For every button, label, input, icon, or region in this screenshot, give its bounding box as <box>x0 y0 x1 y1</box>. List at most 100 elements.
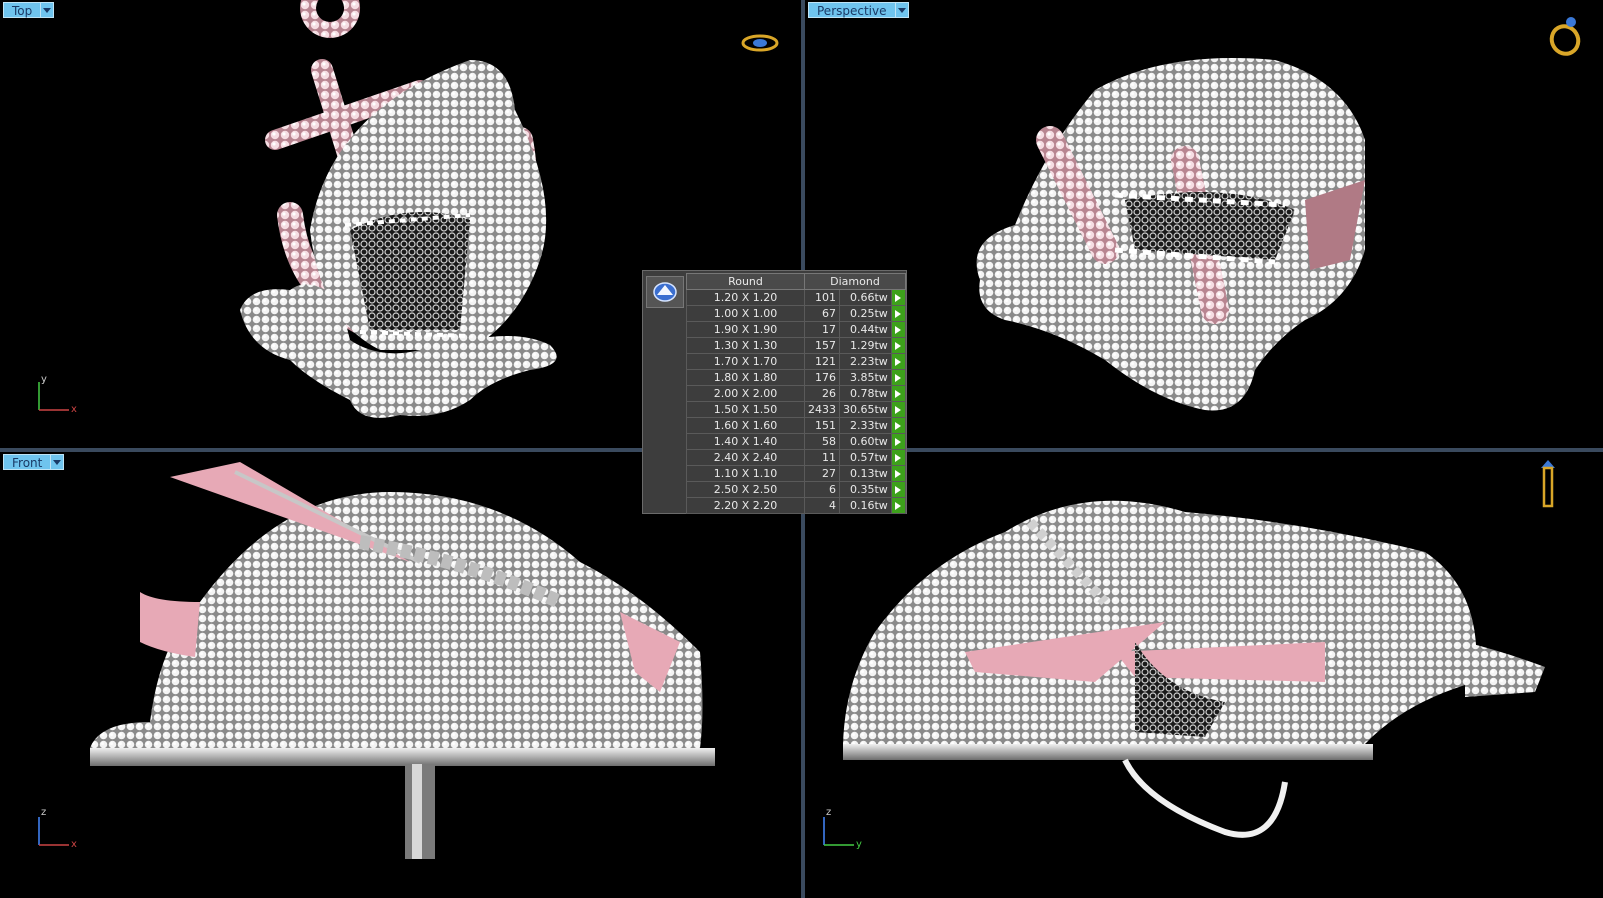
stone-weight-cell: 0.66tw <box>838 289 892 306</box>
stone-size-cell: 1.40 X 1.40 <box>686 433 805 450</box>
axis-label-vertical: z <box>41 807 47 818</box>
select-stones-button[interactable] <box>890 385 907 402</box>
stone-weight-cell: 2.33tw <box>838 417 892 434</box>
ring-perspective-icon <box>1549 17 1581 56</box>
stone-size-cell: 1.20 X 1.20 <box>686 289 805 306</box>
table-row[interactable]: 1.90 X 1.90 17 0.44tw <box>686 321 907 338</box>
table-row[interactable]: 1.30 X 1.30 157 1.29tw <box>686 337 907 354</box>
table-row[interactable]: 2.40 X 2.40 11 0.57tw <box>686 449 907 466</box>
stone-weight-cell: 0.57tw <box>838 449 892 466</box>
axis-label-vertical: z <box>826 807 832 818</box>
model-render-right <box>843 500 1545 838</box>
stone-weight-cell: 2.23tw <box>838 353 892 370</box>
play-arrow-icon <box>895 341 902 350</box>
stone-table: Round Diamond 1.20 X 1.20 101 0.66tw 1.00 X… <box>686 273 907 514</box>
table-row[interactable]: 1.20 X 1.20 101 0.66tw <box>686 289 907 306</box>
table-row[interactable]: 1.00 X 1.00 67 0.25tw <box>686 305 907 322</box>
play-arrow-icon <box>895 373 902 382</box>
stone-size-cell: 1.10 X 1.10 <box>686 465 805 482</box>
stone-weight-cell: 1.29tw <box>838 337 892 354</box>
stone-count-cell: 2433 <box>803 401 840 418</box>
model-render-perspective <box>976 58 1365 411</box>
play-arrow-icon <box>895 485 902 494</box>
table-row[interactable]: 2.20 X 2.20 4 0.16tw <box>686 497 907 514</box>
stone-count-cell: 11 <box>803 449 840 466</box>
stone-weight-cell: 30.65tw <box>838 401 892 418</box>
axis-label-horizontal: x <box>71 404 77 415</box>
table-row[interactable]: 1.80 X 1.80 176 3.85tw <box>686 369 907 386</box>
table-row[interactable]: 2.50 X 2.50 6 0.35tw <box>686 481 907 498</box>
stone-count-cell: 4 <box>803 497 840 514</box>
select-stones-button[interactable] <box>890 433 907 450</box>
ring-side-icon <box>1541 460 1555 508</box>
stone-weight-cell: 0.78tw <box>838 385 892 402</box>
stone-count-cell: 121 <box>803 353 840 370</box>
stone-report-panel: Round Diamond 1.20 X 1.20 101 0.66tw 1.00 X… <box>642 270 907 514</box>
select-stones-button[interactable] <box>890 305 907 322</box>
select-stones-button[interactable] <box>890 481 907 498</box>
stone-count-cell: 101 <box>803 289 840 306</box>
table-row[interactable]: 1.50 X 1.50 2433 30.65tw <box>686 401 907 418</box>
axis-label-horizontal: y <box>856 839 862 850</box>
play-arrow-icon <box>895 437 902 446</box>
select-stones-button[interactable] <box>890 401 907 418</box>
play-arrow-icon <box>895 325 902 334</box>
stone-table-header-type: Diamond <box>803 273 907 290</box>
select-stones-button[interactable] <box>890 369 907 386</box>
axis-label-horizontal: x <box>71 839 77 850</box>
stone-count-cell: 26 <box>803 385 840 402</box>
stone-weight-cell: 0.35tw <box>838 481 892 498</box>
stone-weight-cell: 0.44tw <box>838 321 892 338</box>
table-row[interactable]: 1.10 X 1.10 27 0.13tw <box>686 465 907 482</box>
stone-count-cell: 157 <box>803 337 840 354</box>
table-row[interactable]: 1.40 X 1.40 58 0.60tw <box>686 433 907 450</box>
select-stones-button[interactable] <box>890 289 907 306</box>
stone-count-cell: 67 <box>803 305 840 322</box>
table-row[interactable]: 1.60 X 1.60 151 2.33tw <box>686 417 907 434</box>
stone-size-cell: 2.20 X 2.20 <box>686 497 805 514</box>
play-arrow-icon <box>895 501 902 510</box>
play-arrow-icon <box>895 389 902 398</box>
play-arrow-icon <box>895 309 902 318</box>
table-row[interactable]: 2.00 X 2.00 26 0.78tw <box>686 385 907 402</box>
stone-count-cell: 27 <box>803 465 840 482</box>
stone-size-cell: 1.70 X 1.70 <box>686 353 805 370</box>
stone-size-cell: 1.30 X 1.30 <box>686 337 805 354</box>
stone-size-cell: 2.40 X 2.40 <box>686 449 805 466</box>
stone-weight-cell: 0.13tw <box>838 465 892 482</box>
stone-count-cell: 6 <box>803 481 840 498</box>
stone-count-cell: 176 <box>803 369 840 386</box>
stone-size-cell: 1.00 X 1.00 <box>686 305 805 322</box>
stone-size-cell: 1.60 X 1.60 <box>686 417 805 434</box>
select-stones-button[interactable] <box>890 337 907 354</box>
stone-size-cell: 2.50 X 2.50 <box>686 481 805 498</box>
viewport-right[interactable]: z y <box>805 452 1603 898</box>
gem-icon <box>646 276 684 308</box>
stone-weight-cell: 0.60tw <box>838 433 892 450</box>
stone-table-header-shape: Round <box>686 273 805 290</box>
select-stones-button[interactable] <box>890 417 907 434</box>
viewport-front[interactable]: Front z x <box>0 452 801 898</box>
play-arrow-icon <box>895 293 902 302</box>
play-arrow-icon <box>895 469 902 478</box>
stone-size-cell: 1.80 X 1.80 <box>686 369 805 386</box>
stone-count-cell: 58 <box>803 433 840 450</box>
select-stones-button[interactable] <box>890 465 907 482</box>
viewport-perspective[interactable]: Perspective <box>805 0 1603 448</box>
select-stones-button[interactable] <box>890 321 907 338</box>
table-row[interactable]: 1.70 X 1.70 121 2.23tw <box>686 353 907 370</box>
select-stones-button[interactable] <box>890 449 907 466</box>
stone-count-cell: 17 <box>803 321 840 338</box>
select-stones-button[interactable] <box>890 497 907 514</box>
stone-size-cell: 1.50 X 1.50 <box>686 401 805 418</box>
axis-label-vertical: y <box>41 374 47 385</box>
stone-count-cell: 151 <box>803 417 840 434</box>
stone-weight-cell: 3.85tw <box>838 369 892 386</box>
model-render-front <box>90 462 715 859</box>
play-arrow-icon <box>895 453 902 462</box>
stone-weight-cell: 0.25tw <box>838 305 892 322</box>
stone-size-cell: 2.00 X 2.00 <box>686 385 805 402</box>
play-arrow-icon <box>895 405 902 414</box>
select-stones-button[interactable] <box>890 353 907 370</box>
play-arrow-icon <box>895 421 902 430</box>
